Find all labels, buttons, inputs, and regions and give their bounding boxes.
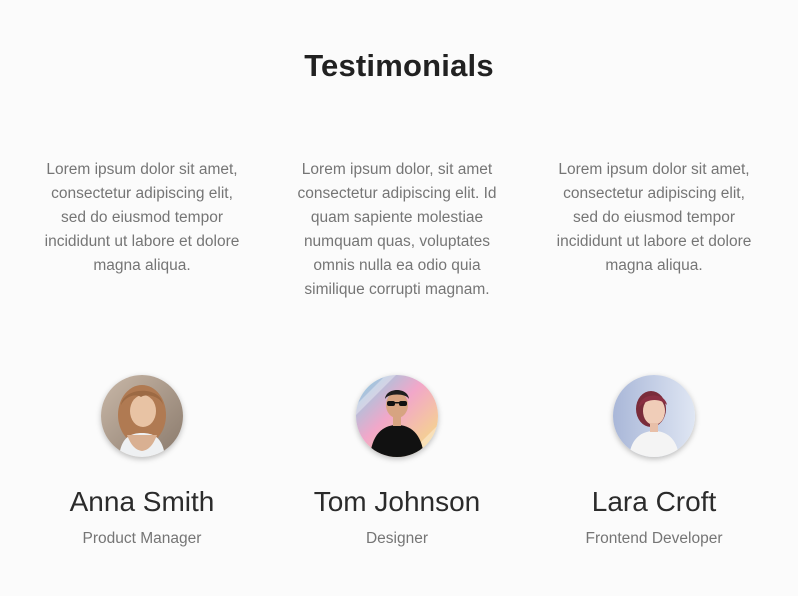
testimonial-card: Lorem ipsum dolor sit amet, consectetur … xyxy=(42,158,242,547)
testimonial-quote: Lorem ipsum dolor, sit amet consectetur … xyxy=(297,161,497,298)
testimonial-quote: Lorem ipsum dolor sit amet, consectetur … xyxy=(556,161,752,274)
woman-portrait-icon xyxy=(101,375,183,457)
testimonial-name: Tom Johnson xyxy=(313,486,481,517)
woman-portrait-icon xyxy=(613,375,695,457)
testimonial-role: Frontend Developer xyxy=(585,530,723,547)
avatar xyxy=(101,375,183,457)
testimonial-name: Lara Croft xyxy=(591,486,717,517)
section-title: Testimonials xyxy=(304,48,494,83)
avatar xyxy=(613,375,695,457)
man-portrait-icon xyxy=(356,375,438,457)
testimonials-section: Testimonials Lorem ipsum dolor sit amet,… xyxy=(0,0,798,596)
avatar xyxy=(356,375,438,457)
testimonial-name: Anna Smith xyxy=(69,486,215,517)
testimonial-role: Designer xyxy=(365,530,429,547)
testimonial-card: Lorem ipsum dolor sit amet, consectetur … xyxy=(554,158,754,547)
testimonial-role: Product Manager xyxy=(82,530,202,547)
testimonial-card: Lorem ipsum dolor, sit amet consectetur … xyxy=(297,158,497,547)
testimonial-quote: Lorem ipsum dolor sit amet, consectetur … xyxy=(44,161,240,274)
